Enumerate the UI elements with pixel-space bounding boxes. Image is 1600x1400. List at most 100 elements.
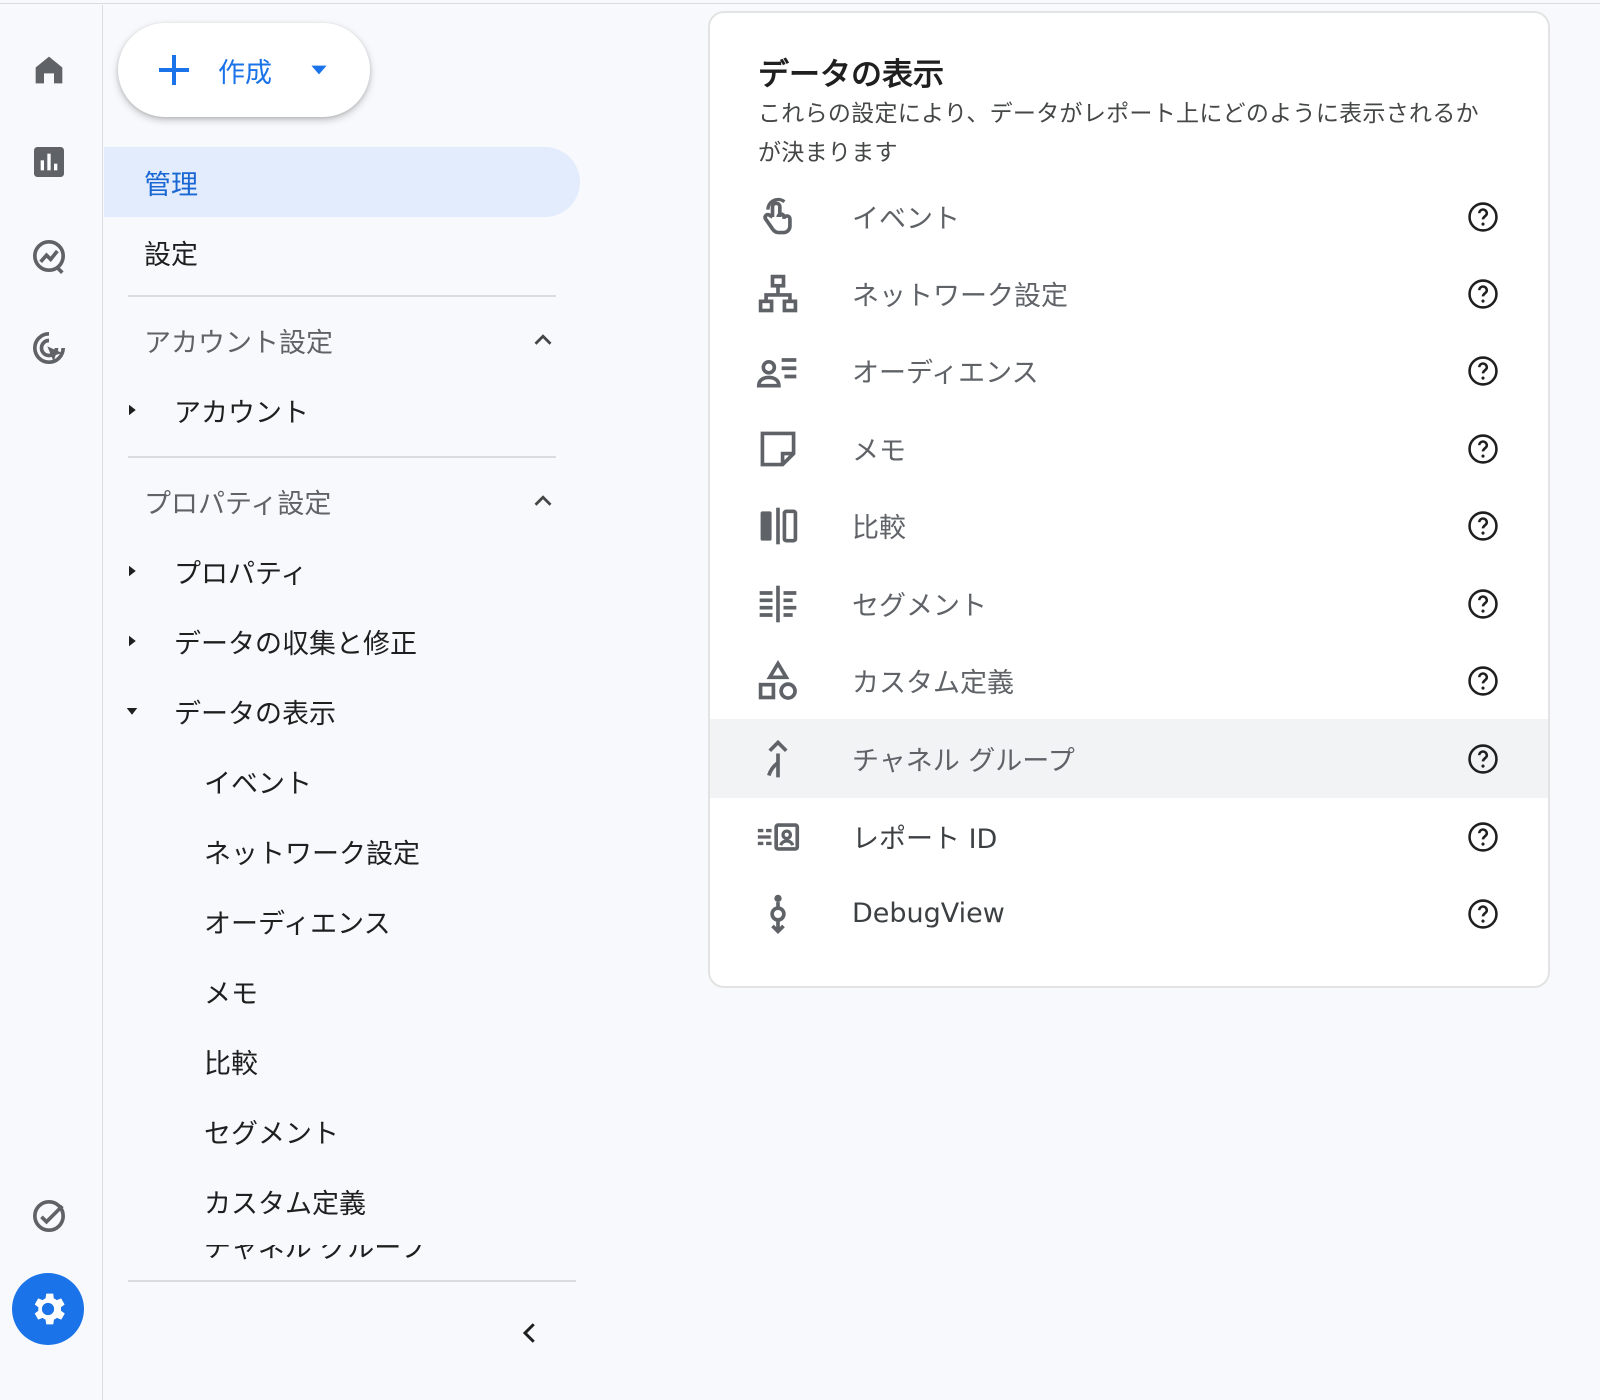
row-debugview[interactable]: DebugView — [710, 874, 1548, 953]
row-label: レポート ID — [852, 824, 998, 855]
row-notes[interactable]: メモ — [710, 409, 1548, 488]
row-label: オーディエンス — [852, 358, 1039, 389]
row-compare[interactable]: 比較 — [710, 486, 1548, 565]
sub-item-custom-definitions[interactable]: カスタム定義 — [104, 1166, 574, 1236]
tree-item-label: データの収集と修正 — [174, 628, 417, 660]
triangle-down-icon — [126, 708, 138, 715]
sub-item-network[interactable]: ネットワーク設定 — [104, 816, 574, 886]
divider — [128, 456, 556, 458]
nav-rail — [0, 5, 103, 1400]
row-events[interactable]: イベント — [710, 177, 1548, 256]
sub-item-events[interactable]: イベント — [104, 746, 574, 816]
plus-icon — [159, 55, 189, 85]
create-label: 作成 — [218, 57, 272, 89]
triangle-right-icon — [129, 404, 136, 416]
check-icon[interactable] — [18, 1185, 80, 1247]
help-icon[interactable] — [1466, 354, 1500, 388]
compare-icon — [760, 507, 798, 544]
tree-item-property[interactable]: プロパティ — [104, 536, 574, 606]
section-title: アカウント設定 — [144, 327, 333, 359]
sub-item-label: オーディエンス — [204, 908, 391, 940]
row-report-id[interactable]: レポート ID — [710, 797, 1548, 876]
data-display-card: データの表示 これらの設定により、データがレポート上にどのように表示されるかが決… — [708, 11, 1550, 988]
reports-icon[interactable] — [18, 131, 80, 193]
sub-item-label: チャネル グループ — [204, 1245, 427, 1264]
row-label: チャネル グループ — [852, 746, 1075, 777]
row-label: ネットワーク設定 — [852, 281, 1068, 312]
help-icon[interactable] — [1466, 742, 1500, 776]
tree-item-account[interactable]: アカウント — [104, 375, 574, 445]
triangle-right-icon — [129, 635, 136, 647]
help-icon[interactable] — [1466, 587, 1500, 621]
help-icon[interactable] — [1466, 897, 1500, 931]
home-icon[interactable] — [18, 39, 80, 101]
row-network[interactable]: ネットワーク設定 — [710, 254, 1548, 333]
scroll-clip: チャネル グループ — [104, 1245, 574, 1265]
divider — [128, 295, 556, 297]
row-label: セグメント — [852, 591, 987, 622]
account-section-header[interactable]: アカウント設定 — [104, 305, 574, 375]
property-section-header[interactable]: プロパティ設定 — [104, 466, 574, 536]
nav-settings-label: 設定 — [144, 239, 198, 271]
triangle-right-icon — [129, 565, 136, 577]
chevron-up-icon — [534, 334, 552, 345]
nav-admin-label: 管理 — [144, 169, 198, 201]
page-title: データの表示 — [758, 57, 944, 93]
tree-item-label: データの表示 — [174, 698, 336, 730]
row-audience[interactable]: オーディエンス — [710, 331, 1548, 410]
collapse-sidebar-button[interactable] — [508, 1311, 552, 1355]
sub-item-label: メモ — [204, 978, 258, 1010]
sub-item-label: 比較 — [204, 1048, 258, 1080]
row-custom-definitions[interactable]: カスタム定義 — [710, 641, 1548, 720]
audience-icon — [756, 357, 797, 387]
nav-admin[interactable]: 管理 — [104, 147, 580, 217]
top-border — [0, 0, 1600, 4]
report-id-icon — [757, 822, 800, 851]
admin-sidebar: 作成 管理 設定 アカウント設定 アカウント プロパティ設定 プロパティ データ… — [104, 5, 600, 1400]
row-label: イベント — [852, 204, 960, 235]
touch-icon — [763, 197, 792, 234]
caret-down-icon — [311, 65, 327, 75]
row-channel-groups[interactable]: チャネル グループ — [710, 719, 1548, 798]
sub-item-label: イベント — [204, 768, 312, 800]
help-icon[interactable] — [1466, 664, 1500, 698]
row-label: メモ — [852, 436, 906, 467]
divider — [128, 1280, 576, 1282]
page-description: これらの設定により、データがレポート上にどのように表示されるかが決まります — [758, 101, 1479, 166]
nav-settings[interactable]: 設定 — [104, 217, 580, 287]
sub-item-notes[interactable]: メモ — [104, 956, 574, 1026]
chevron-up-icon — [534, 495, 552, 506]
tree-item-data-display[interactable]: データの表示 — [104, 676, 574, 746]
sub-item-label: セグメント — [204, 1118, 339, 1150]
sub-item-segments[interactable]: セグメント — [104, 1096, 574, 1166]
help-icon[interactable] — [1466, 200, 1500, 234]
help-icon[interactable] — [1466, 820, 1500, 854]
merge-icon — [767, 739, 788, 777]
sub-item-compare[interactable]: 比較 — [104, 1026, 574, 1096]
network-icon — [758, 274, 798, 312]
tree-item-label: プロパティ — [174, 558, 308, 590]
chevron-left-icon — [522, 1323, 535, 1343]
sub-item-channel-groups[interactable]: チャネル グループ — [104, 1245, 574, 1265]
help-icon[interactable] — [1466, 432, 1500, 466]
section-title: プロパティ設定 — [144, 488, 332, 520]
row-segments[interactable]: セグメント — [710, 564, 1548, 643]
segment-icon — [759, 585, 797, 622]
sub-item-label: カスタム定義 — [204, 1188, 366, 1220]
admin-gear-icon[interactable] — [12, 1273, 84, 1345]
help-icon[interactable] — [1466, 277, 1500, 311]
sub-item-audience[interactable]: オーディエンス — [104, 886, 574, 956]
create-button[interactable]: 作成 — [118, 23, 370, 117]
help-icon[interactable] — [1466, 509, 1500, 543]
row-label: カスタム定義 — [852, 668, 1014, 699]
row-label: DebugView — [852, 898, 1005, 929]
row-label: 比較 — [852, 513, 906, 544]
debug-icon — [770, 894, 786, 934]
explore-icon[interactable] — [18, 225, 80, 287]
shapes-icon — [758, 659, 797, 700]
tree-item-label: アカウント — [174, 397, 309, 429]
sub-item-label: ネットワーク設定 — [204, 838, 420, 870]
tree-item-data-collection[interactable]: データの収集と修正 — [104, 606, 574, 676]
advertising-icon[interactable] — [18, 317, 80, 379]
note-icon — [760, 431, 796, 466]
